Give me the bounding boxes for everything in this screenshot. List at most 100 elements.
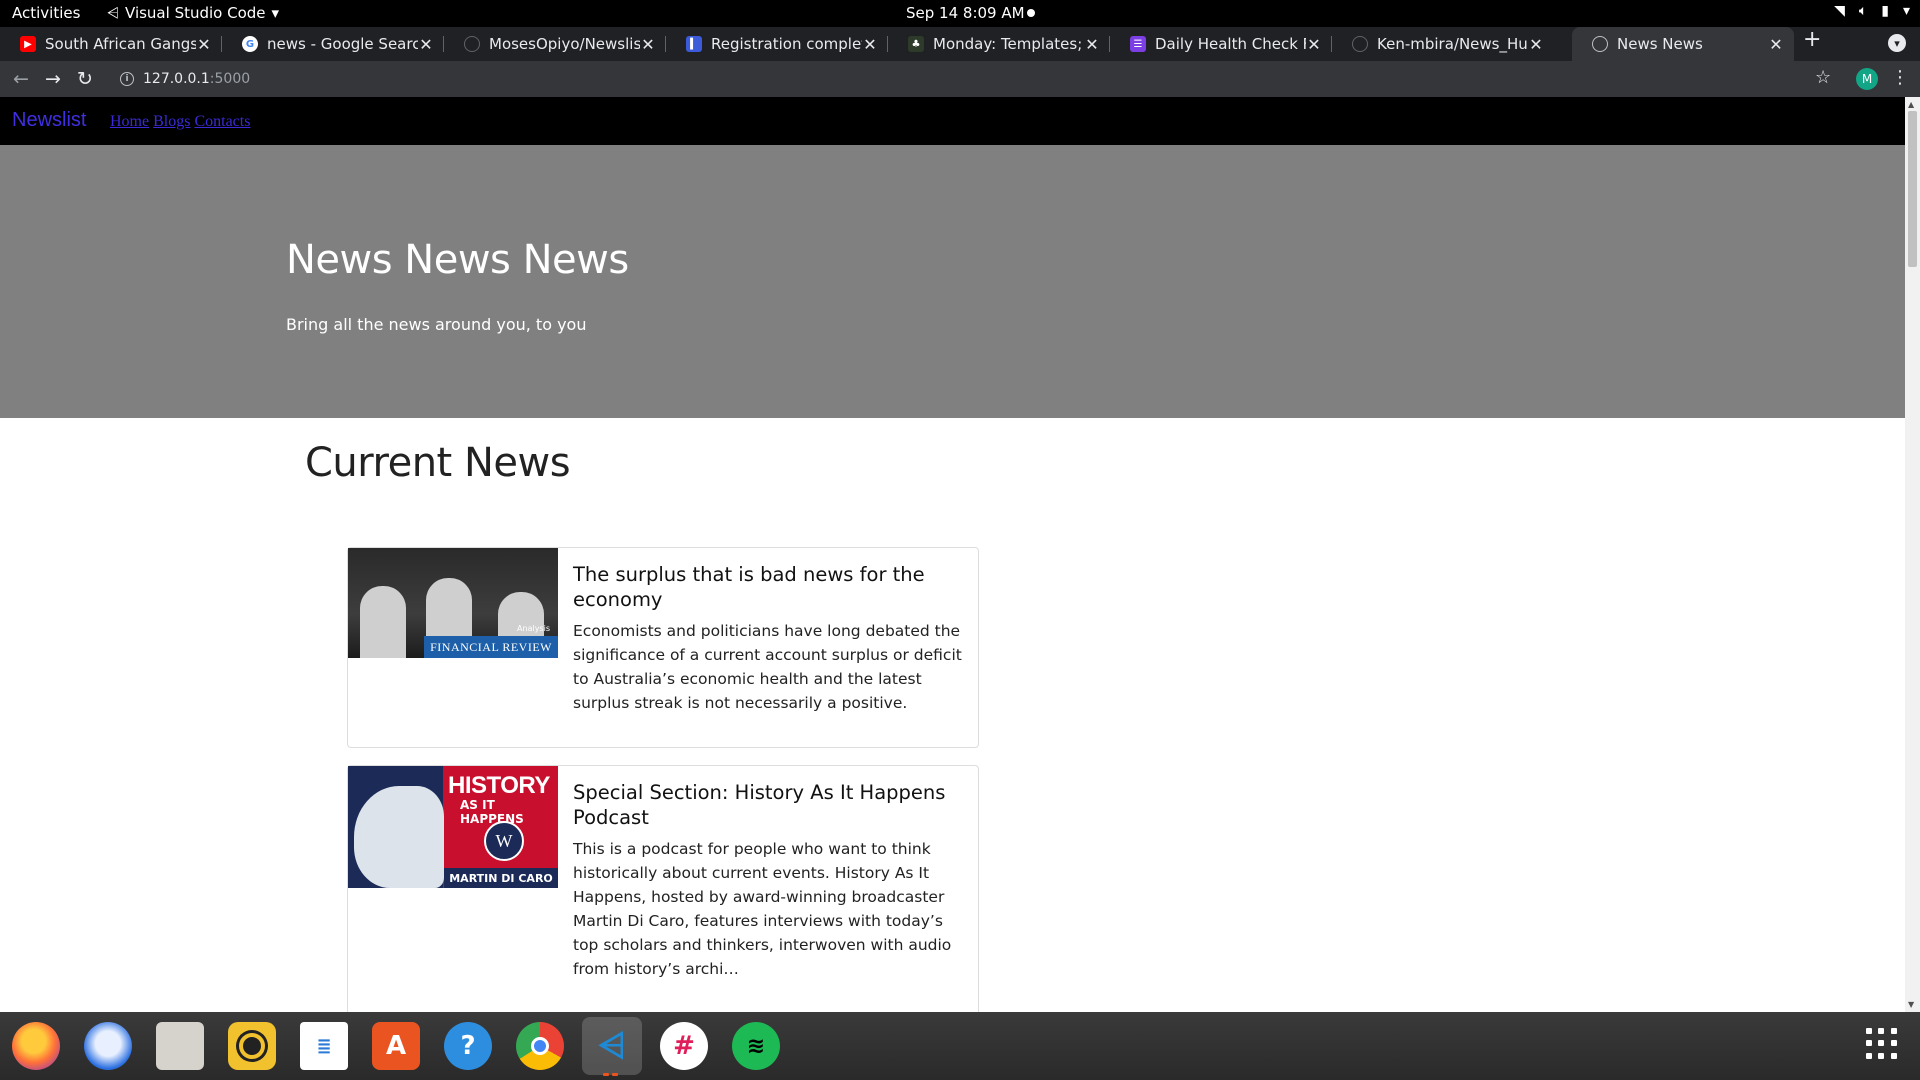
tab-7-active[interactable]: News News ✕ xyxy=(1572,27,1794,61)
nav-link-blogs[interactable]: Blogs xyxy=(153,113,190,131)
hero-title: News News News xyxy=(286,237,629,283)
browser-toolbar: ← → ↻ i 127.0.0.1:5000 ☆ M ⋮ xyxy=(0,61,1920,97)
logo-badge: W xyxy=(484,821,524,861)
plant-icon: ♣ xyxy=(908,36,924,52)
vscode-small-icon: ⩤ xyxy=(107,4,120,22)
nav-link-contacts[interactable]: Contacts xyxy=(194,113,250,131)
forward-icon[interactable]: → xyxy=(41,67,65,91)
tab-4[interactable]: ♣ Monday: Templates; if S ✕ xyxy=(888,27,1110,61)
section-title: Current News xyxy=(305,440,571,486)
site-navbar: Newslist Home Blogs Contacts xyxy=(0,97,1905,145)
tab-title: Ken-mbira/News_Hub: xyxy=(1377,35,1528,53)
form-icon: ☰ xyxy=(1130,36,1146,52)
tab-title: News News xyxy=(1617,35,1703,53)
rhythmbox-icon[interactable] xyxy=(228,1022,276,1070)
show-applications-icon[interactable] xyxy=(1866,1028,1898,1060)
back-icon[interactable]: ← xyxy=(9,67,33,91)
site-nav-links: Home Blogs Contacts xyxy=(110,113,250,131)
github-icon xyxy=(464,36,480,52)
slack-icon[interactable]: # xyxy=(660,1022,708,1070)
bookmark-star-icon[interactable]: ☆ xyxy=(1815,67,1831,88)
tab-2[interactable]: MosesOpiyo/Newslist ✕ xyxy=(444,27,666,61)
image-label: HISTORY xyxy=(448,772,550,799)
close-tab-icon[interactable]: ✕ xyxy=(1528,35,1544,54)
scroll-down-icon[interactable]: ▼ xyxy=(1908,1000,1914,1009)
url-port: :5000 xyxy=(209,71,251,87)
close-tab-icon[interactable]: ✕ xyxy=(196,35,212,54)
site-brand-link[interactable]: Newslist xyxy=(12,109,86,132)
scrollbar-thumb[interactable] xyxy=(1908,111,1917,267)
close-tab-icon[interactable]: ✕ xyxy=(1084,35,1100,54)
running-indicator xyxy=(612,1073,618,1076)
caret-down-icon: ▾ xyxy=(271,4,280,22)
card-body: The surplus that is bad news for the eco… xyxy=(558,548,978,747)
close-tab-icon[interactable]: ✕ xyxy=(1306,35,1322,54)
article-thumbnail[interactable]: Analysis FINANCIAL REVIEW xyxy=(348,548,558,658)
doc-icon: ▍ xyxy=(686,36,702,52)
tab-6[interactable]: Ken-mbira/News_Hub: ✕ xyxy=(1332,27,1554,61)
reload-icon[interactable]: ↻ xyxy=(73,67,97,91)
battery-icon: ▮ xyxy=(1881,3,1889,19)
scroll-up-icon[interactable]: ▲ xyxy=(1908,100,1914,109)
site-info-icon[interactable]: i xyxy=(120,72,134,86)
close-tab-icon[interactable]: ✕ xyxy=(418,35,434,54)
hero-jumbotron: News News News Bring all the news around… xyxy=(0,145,1905,418)
tab-search-icon[interactable]: ▾ xyxy=(1888,34,1906,52)
notification-dot-icon xyxy=(1027,9,1035,17)
volume-icon: 🔈︎ xyxy=(1858,3,1868,19)
writer-icon[interactable]: ≣ xyxy=(300,1022,348,1070)
news-card[interactable]: Analysis FINANCIAL REVIEW The surplus th… xyxy=(347,547,979,748)
chrome-icon[interactable] xyxy=(516,1022,564,1070)
system-tray[interactable]: ◥ 🔈︎ ▮ ▾ xyxy=(1834,3,1910,19)
clock[interactable]: Sep 14 8:09 AM xyxy=(906,4,1025,22)
tab-title: Registration complete xyxy=(711,35,862,53)
tab-title: news - Google Search xyxy=(267,35,418,53)
image-author: MARTIN DI CARO xyxy=(444,868,558,888)
tab-0[interactable]: ▶ South African Gangster ✕ xyxy=(0,27,222,61)
nav-link-home[interactable]: Home xyxy=(110,113,149,131)
globe-icon xyxy=(1592,36,1608,52)
tab-title: Daily Health Check Form xyxy=(1155,35,1306,53)
system-top-bar: Activities ⩤ Visual Studio Code ▾ Sep 14… xyxy=(0,0,1920,27)
caret-down-icon: ▾ xyxy=(1902,3,1910,19)
profile-avatar[interactable]: M xyxy=(1856,68,1878,90)
close-tab-icon[interactable]: ✕ xyxy=(640,35,656,54)
tab-strip: ▶ South African Gangster ✕ G news - Goog… xyxy=(0,27,1920,61)
tab-title: Monday: Templates; if S xyxy=(933,35,1084,53)
hero-subtitle: Bring all the news around you, to you xyxy=(286,315,587,334)
article-title[interactable]: Special Section: History As It Happens P… xyxy=(573,780,964,830)
article-description: This is a podcast for people who want to… xyxy=(573,840,952,978)
tab-3[interactable]: ▍ Registration complete ✕ xyxy=(666,27,888,61)
software-icon[interactable]: A xyxy=(372,1022,420,1070)
google-icon: G xyxy=(242,36,258,52)
photo-figure xyxy=(360,586,406,658)
new-tab-button[interactable]: + xyxy=(1803,27,1821,52)
thunderbird-icon[interactable] xyxy=(84,1022,132,1070)
address-bar[interactable]: i 127.0.0.1:5000 xyxy=(110,64,1773,94)
article-title[interactable]: The surplus that is bad news for the eco… xyxy=(573,562,964,612)
running-indicator xyxy=(603,1073,609,1076)
article-thumbnail[interactable]: HISTORY AS IT HAPPENS W MARTIN DI CARO xyxy=(348,766,558,888)
page-viewport: Newslist Home Blogs Contacts News News N… xyxy=(0,97,1920,1012)
menu-kebab-icon[interactable]: ⋮ xyxy=(1891,67,1909,88)
app-menu[interactable]: ⩤ Visual Studio Code ▾ xyxy=(107,4,279,22)
news-card[interactable]: HISTORY AS IT HAPPENS W MARTIN DI CARO S… xyxy=(347,765,979,1012)
url-host: 127.0.0.1 xyxy=(143,71,210,87)
vscode-icon[interactable]: ⩤ xyxy=(582,1017,642,1075)
close-tab-icon[interactable]: ✕ xyxy=(1768,35,1784,54)
app-menu-label: Visual Studio Code xyxy=(125,4,266,22)
tab-5[interactable]: ☰ Daily Health Check Form ✕ xyxy=(1110,27,1332,61)
tab-1[interactable]: G news - Google Search ✕ xyxy=(222,27,444,61)
article-description: Economists and politicians have long deb… xyxy=(573,622,962,712)
youtube-icon: ▶ xyxy=(20,36,36,52)
card-body: Special Section: History As It Happens P… xyxy=(558,766,978,1012)
close-tab-icon[interactable]: ✕ xyxy=(862,35,878,54)
help-icon[interactable]: ? xyxy=(444,1022,492,1070)
image-label: FINANCIAL REVIEW xyxy=(424,636,558,658)
spotify-icon[interactable]: ≋ xyxy=(732,1022,780,1070)
activities-button[interactable]: Activities xyxy=(12,4,80,22)
files-icon[interactable] xyxy=(156,1022,204,1070)
page-scrollbar[interactable]: ▲ ▼ xyxy=(1905,97,1920,1012)
github-icon xyxy=(1352,36,1368,52)
firefox-icon[interactable] xyxy=(12,1022,60,1070)
